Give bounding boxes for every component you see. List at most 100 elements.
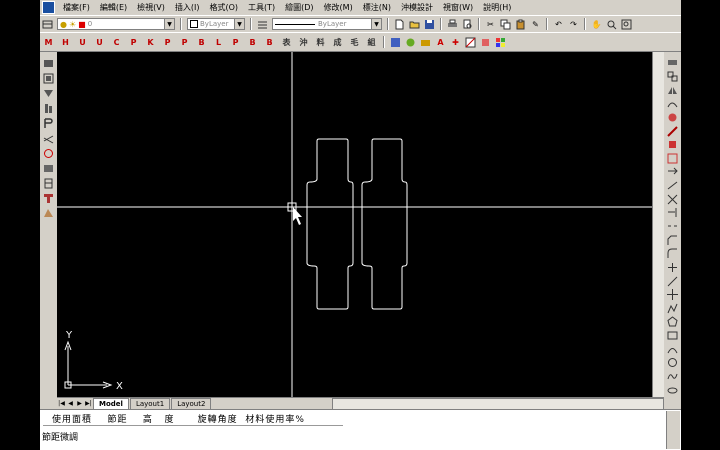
prev-tab-icon[interactable]: ◀ (66, 399, 75, 408)
array-icon[interactable] (666, 112, 679, 124)
preview-icon[interactable] (461, 18, 474, 31)
lengthen-icon[interactable] (666, 180, 679, 192)
tab-layout1[interactable]: Layout1 (129, 397, 171, 410)
undo-icon[interactable]: ↶ (552, 18, 565, 31)
table-button[interactable]: 表 (279, 35, 294, 50)
move-icon[interactable] (666, 125, 679, 137)
rotate-icon[interactable] (666, 139, 679, 151)
die-tool-button-12[interactable]: P (228, 35, 243, 50)
zoom-window-icon[interactable] (620, 18, 633, 31)
dim-style-icon[interactable]: ✚ (449, 36, 462, 49)
zoom-icon[interactable] (605, 18, 618, 31)
die-tool-button-11[interactable]: L (211, 35, 226, 50)
tool-11-icon[interactable] (42, 207, 55, 220)
text-style-icon[interactable]: A (434, 36, 447, 49)
layer-combo[interactable]: ● ☀ ■ 0 ▼ (57, 18, 175, 30)
copy-object-icon[interactable] (666, 71, 679, 83)
tool-9-icon[interactable] (42, 177, 55, 190)
block-icon[interactable] (479, 36, 492, 49)
menu-die-design[interactable]: 沖模設計 (396, 0, 438, 15)
horizontal-scrollbar[interactable] (332, 397, 664, 410)
menu-help[interactable]: 說明(H) (478, 0, 516, 15)
blank-button[interactable]: 毛 (347, 35, 362, 50)
command-window[interactable]: 使用面積 節距 高 度 旋轉角度 材料使用率% 節距微調 (40, 409, 681, 450)
menu-tools[interactable]: 工具(T) (243, 0, 280, 15)
polygon-icon[interactable] (666, 316, 679, 328)
color-combo[interactable]: ByLayer ▼ (187, 18, 245, 30)
tool-10-icon[interactable] (42, 192, 55, 205)
paste-icon[interactable] (514, 18, 527, 31)
arc-icon[interactable] (666, 343, 679, 355)
tool-4-icon[interactable] (42, 102, 55, 115)
linetype-manager-icon[interactable] (256, 18, 269, 31)
explode-icon[interactable] (666, 262, 679, 274)
menu-dimension[interactable]: 標注(N) (358, 0, 396, 15)
tab-layout2[interactable]: Layout2 (171, 397, 212, 410)
tool-3-icon[interactable] (42, 87, 55, 100)
layer-freeze-icon[interactable] (419, 36, 432, 49)
tool-6-icon[interactable] (42, 132, 55, 145)
break-icon[interactable] (666, 221, 679, 233)
next-tab-icon[interactable]: ▶ (75, 399, 84, 408)
menu-file[interactable]: 檔案(F) (58, 0, 95, 15)
die-tool-button-3[interactable]: U (75, 35, 90, 50)
die-tool-button-8[interactable]: P (160, 35, 175, 50)
extend-icon[interactable] (666, 207, 679, 219)
save-icon[interactable] (423, 18, 436, 31)
redo-icon[interactable]: ↷ (567, 18, 580, 31)
assembly-button[interactable]: 組 (364, 35, 379, 50)
offset-icon[interactable] (666, 98, 679, 110)
layer-off-icon[interactable] (404, 36, 417, 49)
stretch-icon[interactable] (666, 166, 679, 178)
color-grid-icon[interactable] (494, 36, 507, 49)
chamfer-icon[interactable] (666, 234, 679, 246)
match-icon[interactable]: ✎ (529, 18, 542, 31)
die-tool-button-2[interactable]: H (58, 35, 73, 50)
die-tool-button-13[interactable]: B (245, 35, 260, 50)
material-button[interactable]: 料 (313, 35, 328, 50)
menu-draw[interactable]: 繪圖(D) (280, 0, 318, 15)
scale-icon[interactable] (666, 152, 679, 164)
tool-7-icon[interactable] (42, 147, 55, 160)
open-icon[interactable] (408, 18, 421, 31)
trim-icon[interactable] (666, 193, 679, 205)
circle-icon[interactable] (666, 357, 679, 369)
menu-edit[interactable]: 編輯(E) (95, 0, 132, 15)
spline-icon[interactable] (666, 371, 679, 383)
tool-5-icon[interactable] (42, 117, 55, 130)
first-tab-icon[interactable]: |◀ (57, 399, 66, 408)
die-tool-button-1[interactable]: M (41, 35, 56, 50)
line-icon[interactable] (666, 275, 679, 287)
chevron-down-icon[interactable]: ▼ (371, 19, 381, 29)
cut-icon[interactable]: ✂ (484, 18, 497, 31)
punch-button[interactable]: 沖 (296, 35, 311, 50)
drawing-canvas[interactable]: Y X (57, 52, 652, 397)
tool-1-icon[interactable] (42, 57, 55, 70)
rectangle-icon[interactable] (666, 330, 679, 342)
menu-window[interactable]: 視窗(W) (438, 0, 478, 15)
tool-8-icon[interactable] (42, 162, 55, 175)
new-icon[interactable] (393, 18, 406, 31)
finish-button[interactable]: 成 (330, 35, 345, 50)
die-tool-button-4[interactable]: U (92, 35, 107, 50)
die-tool-button-7[interactable]: K (143, 35, 158, 50)
fillet-icon[interactable] (666, 248, 679, 260)
app-logo-icon[interactable] (42, 1, 55, 14)
hatch-icon[interactable] (464, 36, 477, 49)
menu-modify[interactable]: 修改(M) (319, 0, 358, 15)
pan-icon[interactable]: ✋ (590, 18, 603, 31)
command-scrollbar[interactable] (666, 411, 680, 449)
vertical-scrollbar[interactable] (652, 52, 664, 397)
menu-format[interactable]: 格式(O) (204, 0, 243, 15)
layer-state-icon[interactable] (389, 36, 402, 49)
die-tool-button-9[interactable]: P (177, 35, 192, 50)
linetype-combo[interactable]: ByLayer ▼ (272, 18, 382, 30)
chevron-down-icon[interactable]: ▼ (164, 19, 174, 29)
last-tab-icon[interactable]: ▶| (84, 399, 93, 408)
layer-manager-icon[interactable] (41, 18, 54, 31)
menu-view[interactable]: 檢視(V) (132, 0, 170, 15)
menu-insert[interactable]: 插入(I) (170, 0, 205, 15)
print-icon[interactable] (446, 18, 459, 31)
pline-icon[interactable] (666, 303, 679, 315)
mirror-icon[interactable] (666, 84, 679, 96)
